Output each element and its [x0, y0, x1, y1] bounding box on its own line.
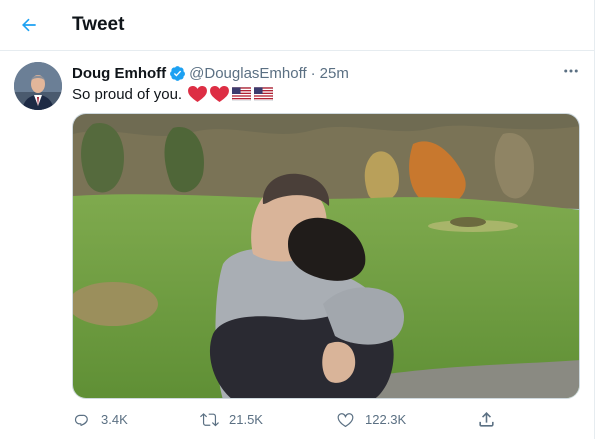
reply-count: 3.4K — [101, 411, 128, 427]
share-button[interactable] — [477, 406, 506, 432]
tweet-timestamp[interactable]: 25m — [320, 65, 349, 82]
arrow-left-icon — [22, 18, 36, 32]
photo-hug-image — [73, 114, 579, 398]
more-dots-icon — [564, 69, 578, 73]
back-button[interactable] — [12, 8, 46, 42]
us-flag-icon — [254, 87, 274, 101]
tweet-text: So proud of you. — [72, 84, 274, 104]
page-title: Tweet — [72, 14, 125, 35]
share-icon — [479, 411, 494, 427]
user-handle[interactable]: @DouglasEmhoff — [189, 65, 307, 82]
verified-badge-icon — [169, 65, 186, 82]
display-name[interactable]: Doug Emhoff — [72, 65, 166, 82]
red-heart-icon — [210, 85, 230, 103]
reply-icon — [74, 414, 88, 426]
avatar-image — [14, 62, 62, 110]
retweet-icon — [200, 412, 219, 426]
red-heart-icon — [188, 85, 208, 103]
reply-button[interactable]: 3.4K — [72, 406, 128, 432]
like-count: 122.3K — [365, 411, 407, 427]
tweet-header: Doug Emhoff @DouglasEmhoff · 25m — [72, 63, 349, 83]
us-flag-icon — [232, 87, 252, 101]
tweet-photo[interactable] — [72, 113, 580, 399]
tweet-text-content: So proud of you. — [72, 85, 183, 103]
retweet-count: 21.5K — [229, 411, 263, 427]
heart-icon — [337, 412, 354, 427]
like-button[interactable]: 122.3K — [336, 406, 406, 432]
column-border — [594, 0, 599, 439]
page-header: Tweet — [0, 0, 594, 51]
more-options-button[interactable] — [560, 62, 582, 80]
avatar[interactable] — [14, 62, 62, 110]
retweet-button[interactable]: 21.5K — [200, 406, 263, 432]
tweet-actions: 3.4K 21.5K 122.3K — [72, 406, 502, 432]
separator-dot: · — [310, 64, 316, 82]
